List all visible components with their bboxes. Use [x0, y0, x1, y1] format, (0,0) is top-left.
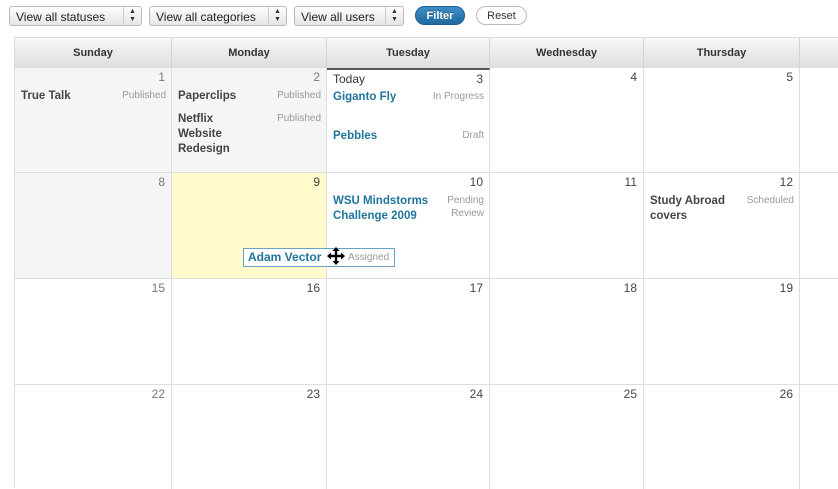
day-number: 11: [624, 175, 637, 189]
day-number: 8: [158, 175, 165, 189]
weekday-monday: Monday: [172, 38, 327, 68]
post-title: WSU Mindstorms Challenge 2009: [333, 195, 429, 222]
category-filter-select[interactable]: View all categories ▲ ▼: [149, 6, 287, 26]
day-number: 12: [779, 175, 793, 189]
day-number: 9: [313, 175, 320, 189]
status-filter-label: View all statuses: [16, 10, 106, 24]
day-number: 1: [158, 70, 165, 84]
day-number: 15: [151, 281, 165, 295]
post-item[interactable]: Pebbles Draft: [333, 129, 484, 145]
day-number: 22: [151, 387, 165, 401]
user-filter-select[interactable]: View all users ▲ ▼: [294, 6, 404, 26]
day-cell[interactable]: 26: [644, 385, 800, 489]
day-cell[interactable]: 8: [15, 173, 172, 279]
weekday-sunday: Sunday: [15, 38, 172, 68]
day-number: 18: [623, 281, 637, 295]
post-status: Published: [277, 113, 321, 124]
post-item[interactable]: WSU Mindstorms Challenge 2009 Pending Re…: [333, 194, 484, 242]
day-cell-partial[interactable]: [800, 385, 838, 489]
filter-toolbar: View all statuses ▲ ▼ View all categories…: [0, 0, 838, 34]
post-item[interactable]: Giganto Fly In Progress: [333, 90, 484, 120]
post-status: In Progress: [432, 91, 484, 102]
status-filter-select[interactable]: View all statuses ▲ ▼: [9, 6, 142, 26]
day-cell[interactable]: 2 Paperclips Published Netflix Website R…: [172, 68, 327, 173]
day-number: 10: [469, 175, 483, 189]
day-cell-partial[interactable]: [800, 68, 838, 173]
day-number: 4: [630, 70, 637, 84]
weekday-tuesday: Tuesday: [327, 38, 490, 68]
day-number: 2: [313, 70, 320, 84]
reset-button[interactable]: Reset: [476, 6, 527, 25]
day-number: 23: [306, 387, 320, 401]
filter-button[interactable]: Filter: [415, 6, 465, 25]
user-filter-label: View all users: [301, 10, 375, 24]
day-cell[interactable]: 16: [172, 279, 327, 385]
today-label: Today: [333, 72, 366, 86]
day-number: 19: [779, 281, 793, 295]
day-number: 16: [306, 281, 320, 295]
day-cell-partial[interactable]: [800, 173, 838, 279]
day-cell[interactable]: 22: [15, 385, 172, 489]
post-item[interactable]: Netflix Website Redesign Published: [178, 112, 321, 160]
select-arrows-icon: ▲ ▼: [123, 7, 141, 26]
select-arrows-icon: ▲ ▼: [268, 7, 286, 26]
dragged-post-item[interactable]: Adam Vector Assigned: [243, 247, 395, 267]
move-cursor-icon: [327, 247, 345, 265]
day-cell[interactable]: 4: [490, 68, 644, 173]
post-item[interactable]: Paperclips Published: [178, 89, 321, 105]
day-cell-today[interactable]: Today 3 Giganto Fly In Progress Pebbles …: [327, 68, 490, 173]
post-status: Assigned: [348, 252, 390, 263]
day-number: 25: [623, 387, 637, 401]
post-item[interactable]: Study Abroad covers Scheduled: [650, 194, 794, 226]
day-cell[interactable]: 18: [490, 279, 644, 385]
day-cell[interactable]: 12 Study Abroad covers Scheduled: [644, 173, 800, 279]
day-cell[interactable]: 11: [490, 173, 644, 279]
post-status: Scheduled: [746, 195, 794, 206]
day-number: 3: [476, 72, 483, 86]
weekday-friday-partial: [800, 38, 838, 68]
post-title: Paperclips: [178, 90, 237, 102]
post-status: Pending Review: [447, 195, 484, 219]
day-cell[interactable]: 24: [327, 385, 490, 489]
post-title: Adam Vector: [248, 250, 322, 264]
day-cell[interactable]: 19: [644, 279, 800, 385]
post-status: Published: [277, 90, 321, 101]
day-number: 5: [786, 70, 793, 84]
select-arrows-icon: ▲ ▼: [385, 7, 403, 26]
category-filter-label: View all categories: [156, 10, 256, 24]
day-cell[interactable]: 15: [15, 279, 172, 385]
post-title: Netflix Website Redesign: [178, 113, 230, 155]
post-title: Study Abroad covers: [650, 195, 725, 222]
weekday-wednesday: Wednesday: [490, 38, 644, 68]
day-cell-partial[interactable]: [800, 279, 838, 385]
weekday-thursday: Thursday: [644, 38, 800, 68]
post-item[interactable]: True Talk Published: [21, 89, 166, 105]
post-status: Published: [122, 90, 166, 101]
post-title: Giganto Fly: [333, 91, 397, 103]
post-title: Pebbles: [333, 130, 378, 142]
day-cell[interactable]: 5: [644, 68, 800, 173]
day-cell[interactable]: 17: [327, 279, 490, 385]
post-title: True Talk: [21, 90, 71, 102]
day-cell[interactable]: 1 True Talk Published: [15, 68, 172, 173]
calendar-grid: Sunday Monday Tuesday Wednesday Thursday…: [14, 37, 838, 489]
weekday-header: Sunday Monday Tuesday Wednesday Thursday: [15, 38, 838, 69]
day-number: 26: [779, 387, 793, 401]
post-status: Draft: [462, 130, 484, 141]
day-number: 17: [469, 281, 483, 295]
day-number: 24: [469, 387, 483, 401]
day-cell[interactable]: 23: [172, 385, 327, 489]
day-cell[interactable]: 25: [490, 385, 644, 489]
